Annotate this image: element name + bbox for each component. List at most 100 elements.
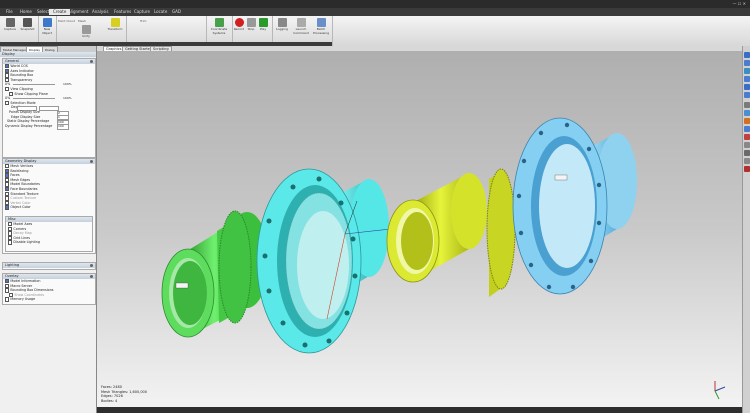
bodies-count: Bodies: 4	[101, 398, 118, 403]
stop-button[interactable]: Stop	[245, 18, 257, 31]
unify-icon	[81, 25, 91, 34]
title-bar: — ☐ ✕	[0, 0, 750, 8]
capture-button[interactable]: Capture	[2, 18, 18, 31]
settings-icon[interactable]	[744, 158, 750, 164]
new-object-button[interactable]: New Object	[39, 18, 55, 35]
logging-icon	[277, 18, 287, 27]
ribbon-group-mesh: Point Cloud Mesh Unify Transform	[56, 16, 127, 46]
collapse-icon[interactable]	[90, 60, 93, 63]
general-section: General World COS Axes Indicator Boundin…	[2, 58, 96, 158]
lighting-header[interactable]: Lighting	[3, 263, 95, 268]
lighting-section: Lighting	[2, 262, 96, 270]
snapshot-button[interactable]: Snapshot	[19, 18, 36, 31]
transform-icon	[110, 18, 120, 27]
misc-section: Misc Model Axes Corners Decay Map Grid L…	[5, 216, 93, 252]
view-front-icon[interactable]	[744, 52, 750, 58]
right-toolbar	[742, 46, 750, 413]
transparency-slider[interactable]	[13, 84, 55, 86]
model-scene	[161, 117, 726, 400]
checkbox[interactable]	[5, 205, 10, 210]
snapshot-icon	[23, 18, 32, 27]
dynamic-pct-row: Dynamic Display Percentage 100	[3, 124, 95, 130]
logging-button[interactable]: Logging	[274, 18, 290, 31]
batch-label: Batch Processing	[312, 27, 330, 35]
model-information: Faces: 2480 Mesh Triangles: 1,600,000 Ed…	[101, 385, 147, 403]
ribbon-group-logging: Logging Launch Command Batch Processing	[272, 16, 333, 46]
launch-label: Launch Command	[293, 27, 309, 35]
zoom-fit-icon[interactable]	[744, 102, 750, 108]
camera-icon	[5, 18, 15, 27]
memory-usage-option[interactable]: Memory Usage	[3, 297, 95, 302]
green-gear-hub[interactable]	[161, 210, 269, 338]
view-back-icon[interactable]	[744, 60, 750, 66]
mesh-item[interactable]: Mesh	[78, 19, 86, 23]
dynamic-pct-field[interactable]: 100	[57, 124, 69, 130]
view-bottom-icon[interactable]	[744, 92, 750, 98]
ribbon-group-macro: Record Stop Play	[232, 16, 273, 46]
left-panel: Model Manager Display Dialog Display Gen…	[0, 46, 97, 413]
record-label: Record	[233, 27, 245, 31]
stop-icon	[246, 18, 256, 27]
capture-label: Capture	[4, 27, 16, 31]
isometric-icon[interactable]	[744, 126, 750, 132]
stop-label: Stop	[247, 27, 255, 31]
axes-indicator	[714, 381, 726, 400]
play-button[interactable]: Play	[257, 18, 269, 31]
render-icon[interactable]	[744, 142, 750, 148]
play-label: Play	[259, 27, 267, 31]
cyan-flange[interactable]	[256, 168, 392, 354]
status-bar	[97, 407, 742, 413]
collapse-icon[interactable]	[90, 275, 93, 278]
expand-icon[interactable]	[90, 264, 93, 267]
trim-item[interactable]: Trim	[140, 19, 146, 23]
record-button[interactable]: Record	[233, 18, 245, 31]
clip-slider[interactable]	[13, 98, 55, 100]
tab-analysis[interactable]: Analysis	[88, 9, 112, 15]
axes-icon	[214, 18, 224, 27]
blue-flange[interactable]	[512, 117, 637, 295]
yellow-gear-hub[interactable]	[386, 168, 516, 297]
coordinate-systems-button[interactable]: Coordinate Systems	[208, 18, 230, 35]
tab-gad[interactable]: GAD	[168, 9, 185, 15]
launch-icon	[296, 18, 306, 27]
view-top-icon[interactable]	[744, 84, 750, 90]
launch-command-button[interactable]: Launch Command	[292, 18, 310, 35]
record-icon	[234, 18, 244, 27]
checkbox[interactable]	[5, 297, 10, 302]
point-cloud-item[interactable]: Point Cloud	[58, 19, 75, 23]
collapse-icon[interactable]	[90, 160, 93, 163]
batch-processing-button[interactable]: Batch Processing	[311, 18, 331, 35]
window-controls[interactable]: — ☐ ✕	[733, 1, 746, 6]
overlay-section: Overlay Model Information Macro Server B…	[2, 273, 96, 305]
object-color-option[interactable]: Object Color	[3, 205, 95, 210]
unify-button[interactable]: Unify	[78, 25, 94, 38]
view-left-icon[interactable]	[744, 68, 750, 74]
ribbon-group-cos: Coordinate Systems	[206, 16, 233, 46]
lighting-icon[interactable]	[744, 118, 750, 124]
unify-label: Unify	[82, 34, 90, 38]
ribbon-group-trim: Trim	[126, 16, 207, 46]
record-view-icon[interactable]	[744, 166, 750, 172]
play-icon	[258, 18, 268, 27]
section-icon[interactable]	[744, 134, 750, 140]
screenshot-icon[interactable]	[744, 150, 750, 156]
logging-label: Logging	[276, 27, 288, 31]
ribbon-group-object: New Object	[38, 16, 57, 46]
checkbox[interactable]	[8, 240, 13, 245]
ribbon-group-capture: Capture Snapshot	[0, 16, 39, 46]
batch-icon	[316, 18, 326, 27]
transform-button[interactable]: Transform	[106, 18, 124, 31]
rotate-icon[interactable]	[744, 110, 750, 116]
geometry-display-section: Geometry Display Mesh Vertices Backfacin…	[2, 158, 96, 254]
transform-label: Transform	[107, 27, 123, 31]
coordinate-systems-label: Coordinate Systems	[210, 27, 228, 35]
display-header: Display	[0, 52, 96, 57]
view-right-icon[interactable]	[744, 76, 750, 82]
menu-tabs: File Home Select Create Alignment Analys…	[0, 8, 750, 16]
new-object-icon	[42, 18, 52, 27]
graphics-viewport[interactable]: Faces: 2480 Mesh Triangles: 1,600,000 Ed…	[97, 51, 742, 407]
ribbon: Capture Snapshot New Object Point Cloud …	[0, 16, 750, 47]
disable-lighting-option[interactable]: Disable Lighting	[6, 240, 92, 245]
tab-file[interactable]: File	[2, 9, 17, 15]
snapshot-label: Snapshot	[20, 27, 35, 31]
